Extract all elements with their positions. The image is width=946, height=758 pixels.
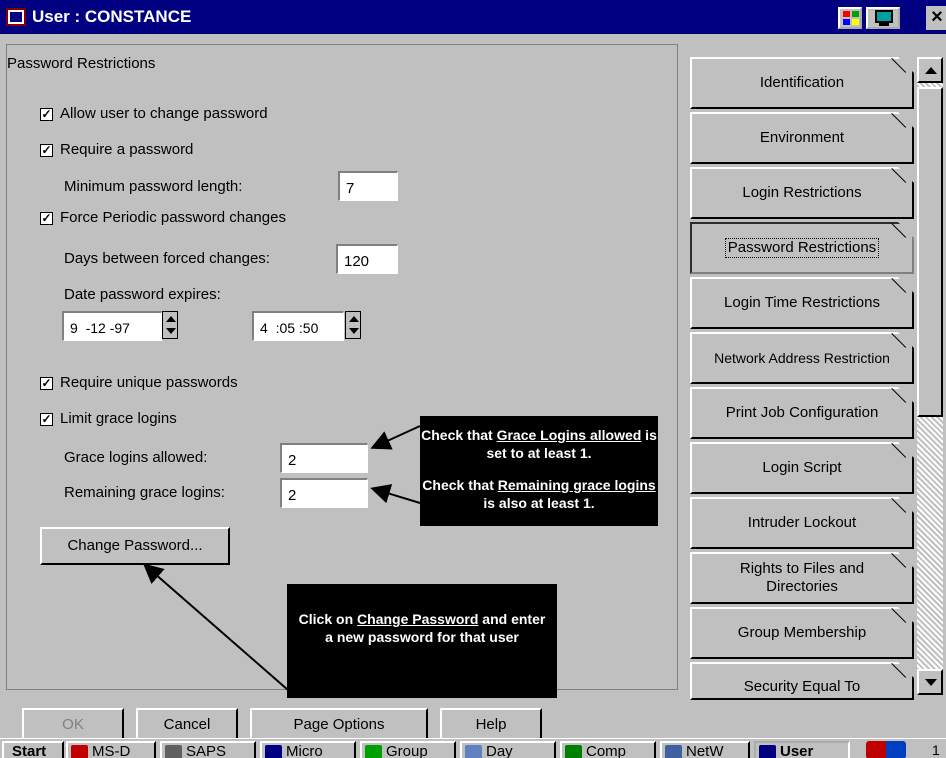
tab-label: Login Script — [762, 459, 842, 476]
tab-rights-to-files[interactable]: Rights to Files and Directories — [690, 552, 914, 604]
user-icon — [759, 745, 776, 758]
msdos-icon — [71, 745, 88, 758]
tab-login-time-restrictions[interactable]: Login Time Restrictions — [690, 277, 914, 329]
taskbar-item-netw[interactable]: NetW — [660, 741, 750, 758]
tab-label: Group Membership — [737, 624, 867, 641]
tray-icon[interactable] — [866, 741, 906, 758]
taskbar-label: Group — [386, 743, 428, 758]
taskbar-label: User — [780, 743, 814, 758]
tab-label: Environment — [759, 129, 845, 146]
tab-password-restrictions[interactable]: Password Restrictions — [690, 222, 914, 274]
tabs-scrollbar[interactable] — [917, 57, 943, 695]
tab-label: Login Restrictions — [742, 184, 862, 201]
tab-label: Password Restrictions — [724, 238, 880, 258]
change-arrow — [142, 563, 289, 691]
day-icon — [465, 745, 482, 758]
taskbar-label: Comp — [586, 743, 627, 758]
tab-label: Rights to Files and Directories — [739, 560, 865, 595]
grace-arrow — [370, 425, 421, 450]
taskbar-label: Day — [486, 743, 513, 758]
taskbar-item-group[interactable]: Group — [360, 741, 456, 758]
tab-login-script[interactable]: Login Script — [690, 442, 914, 494]
taskbar-item-day[interactable]: Day — [460, 741, 556, 758]
taskbar-label: MS-D — [92, 743, 131, 758]
saps-icon — [165, 745, 182, 758]
taskbar-item-saps[interactable]: SAPS — [160, 741, 256, 758]
taskbar-label: NetW — [686, 743, 724, 758]
tab-login-restrictions[interactable]: Login Restrictions — [690, 167, 914, 219]
taskbar-item-micro[interactable]: Micro — [260, 741, 356, 758]
tab-label: Network Address Restriction — [714, 350, 890, 366]
taskbar-item-msd[interactable]: MS-D — [66, 741, 156, 758]
scroll-down-icon[interactable] — [917, 669, 943, 695]
group-icon — [365, 745, 382, 758]
taskbar-label: Micro — [286, 743, 323, 758]
tab-group-membership[interactable]: Group Membership — [690, 607, 914, 659]
tab-label: Login Time Restrictions — [724, 294, 880, 311]
netware-icon — [665, 745, 682, 758]
tab-identification[interactable]: Identification — [690, 57, 914, 109]
tab-environment[interactable]: Environment — [690, 112, 914, 164]
tab-label: Security Equal To — [743, 678, 861, 695]
tab-intruder-lockout[interactable]: Intruder Lockout — [690, 497, 914, 549]
tab-security-equal-to[interactable]: Security Equal To — [690, 662, 914, 700]
taskbar-label: SAPS — [186, 743, 227, 758]
scroll-thumb[interactable] — [917, 87, 943, 417]
remaining-arrow — [370, 484, 421, 504]
tab-label: Identification — [759, 74, 845, 91]
scroll-up-icon[interactable] — [917, 57, 943, 83]
word-icon — [265, 745, 282, 758]
tab-label: Intruder Lockout — [747, 514, 857, 531]
tab-print-job-configuration[interactable]: Print Job Configuration — [690, 387, 914, 439]
taskbar: Start MS-D SAPS Micro Group Day Comp Net… — [0, 738, 946, 758]
start-button[interactable]: Start — [2, 741, 64, 758]
tab-label: Print Job Configuration — [725, 404, 879, 421]
taskbar-item-comp[interactable]: Comp — [560, 741, 656, 758]
computer-icon — [565, 745, 582, 758]
taskbar-item-user[interactable]: User — [754, 741, 850, 758]
clock: 1 — [932, 742, 940, 758]
tab-network-address-restriction[interactable]: Network Address Restriction — [690, 332, 914, 384]
